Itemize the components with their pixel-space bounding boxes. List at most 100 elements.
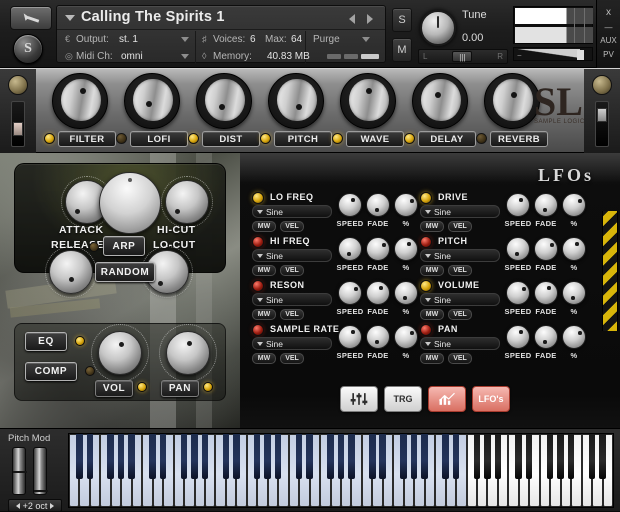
piano-black-key[interactable] (567, 434, 575, 479)
piano-black-key[interactable] (274, 434, 282, 479)
piano-black-key[interactable] (546, 434, 554, 479)
piano-black-key[interactable] (128, 434, 135, 479)
lfo-drive-speed-knob[interactable] (506, 193, 530, 217)
piano-black-key[interactable] (484, 434, 491, 479)
lfo-pitch-amount-knob[interactable] (562, 237, 586, 261)
fx-label-lofi[interactable]: LOFI (130, 131, 188, 147)
lfo-waveform-select-sample-rate[interactable]: Sine (252, 337, 332, 350)
lfo-led-drive[interactable] (420, 192, 432, 204)
fx-led-wave[interactable] (332, 133, 343, 144)
lfo-led-volume[interactable] (420, 280, 432, 292)
piano-black-key[interactable] (379, 434, 386, 479)
purge-label[interactable]: Purge (313, 34, 340, 45)
lfo-vel-button-lo-freq[interactable]: VEL (280, 221, 304, 232)
lfo-mw-button-pitch[interactable]: MW (420, 265, 444, 276)
comp-button[interactable]: COMP (25, 362, 77, 381)
pan-slider[interactable]: L ||| R (418, 49, 508, 64)
piano-black-key[interactable] (159, 434, 167, 479)
sample-logic-badge[interactable]: S (13, 34, 43, 64)
lfo-led-pitch[interactable] (420, 236, 432, 248)
lfo-lo-freq-amount-knob[interactable] (394, 193, 418, 217)
lfo-mw-button-reson[interactable]: MW (252, 309, 276, 320)
lfo-mw-button-sample-rate[interactable]: MW (252, 353, 276, 364)
lfo-vel-button-hi-freq[interactable]: VEL (280, 265, 304, 276)
lfo-led-lo-freq[interactable] (252, 192, 264, 204)
lfo-reson-fade-knob[interactable] (366, 281, 390, 305)
lfo-pan-amount-knob[interactable] (562, 325, 586, 349)
fx-led-lofi[interactable] (116, 133, 127, 144)
piano-black-key[interactable] (233, 434, 240, 479)
fx-knob-wave[interactable] (340, 73, 396, 129)
piano-black-key[interactable] (452, 434, 460, 479)
piano-black-key[interactable] (369, 434, 376, 479)
piano-black-key[interactable] (515, 434, 522, 479)
lfo-waveform-select-hi-freq[interactable]: Sine (252, 249, 332, 262)
lfo-mw-button-drive[interactable]: MW (420, 221, 444, 232)
lfo-pitch-fade-knob[interactable] (534, 237, 558, 261)
lfo-pitch-speed-knob[interactable] (506, 237, 530, 261)
piano-black-key[interactable] (525, 434, 533, 479)
random-button[interactable]: RANDOM (95, 262, 155, 282)
release-knob[interactable] (49, 250, 93, 294)
arp-center-knob[interactable] (99, 172, 161, 234)
lfo-drive-amount-knob[interactable] (562, 193, 586, 217)
piano-black-key[interactable] (76, 434, 83, 479)
fx-knob-filter[interactable] (52, 73, 108, 129)
mixer-faders-icon[interactable] (340, 386, 378, 412)
chevron-down-icon[interactable] (65, 15, 75, 21)
master-volume-slider[interactable]: − (513, 47, 593, 61)
piano-black-key[interactable] (494, 434, 502, 479)
lfo-sample-rate-speed-knob[interactable] (338, 325, 362, 349)
pitch-wheel[interactable] (12, 447, 27, 495)
octave-down-icon[interactable] (15, 502, 20, 509)
hicut-knob[interactable] (165, 180, 209, 224)
aux-button[interactable]: AUX (597, 36, 620, 45)
lfo-waveform-select-reson[interactable]: Sine (252, 293, 332, 306)
virtual-keyboard[interactable] (68, 433, 614, 508)
piano-black-key[interactable] (201, 434, 209, 479)
fx-knob-dist[interactable] (196, 73, 252, 129)
fx-knob-lofi[interactable] (124, 73, 180, 129)
lfo-led-pan[interactable] (420, 324, 432, 336)
piano-black-key[interactable] (295, 434, 303, 479)
lfo-reson-amount-knob[interactable] (394, 281, 418, 305)
purge-indicators[interactable] (327, 54, 379, 59)
close-icon[interactable]: x (597, 7, 620, 18)
pv-button[interactable]: PV (597, 50, 620, 59)
lfo-pan-speed-knob[interactable] (506, 325, 530, 349)
piano-black-key[interactable] (557, 434, 564, 479)
piano-black-key[interactable] (588, 434, 596, 479)
piano-black-key[interactable] (400, 434, 407, 479)
fx-led-pitch[interactable] (260, 133, 271, 144)
lfo-mw-button-pan[interactable]: MW (420, 353, 444, 364)
lfo-led-hi-freq[interactable] (252, 236, 264, 248)
fx-led-delay[interactable] (404, 133, 415, 144)
left-vertical-slider[interactable] (11, 101, 25, 147)
lfo-vel-button-volume[interactable]: VEL (448, 309, 472, 320)
previous-preset-icon[interactable] (349, 14, 355, 24)
lfo-drive-fade-knob[interactable] (534, 193, 558, 217)
lfo-vel-button-pan[interactable]: VEL (448, 353, 472, 364)
right-vertical-slider[interactable] (595, 101, 609, 147)
piano-black-key[interactable] (180, 434, 188, 479)
fx-knob-reverb[interactable] (484, 73, 540, 129)
piano-black-key[interactable] (306, 434, 313, 479)
lfo-vel-button-drive[interactable]: VEL (448, 221, 472, 232)
solo-button[interactable]: S (392, 8, 412, 32)
minimize-icon[interactable]: — (597, 23, 620, 32)
eq-button[interactable]: EQ (25, 332, 67, 351)
piano-black-key[interactable] (222, 434, 230, 479)
piano-black-key[interactable] (348, 434, 355, 479)
pan-knob[interactable] (166, 331, 210, 375)
pan-center-handle[interactable]: ||| (452, 51, 473, 62)
wrench-icon[interactable] (10, 6, 52, 30)
lfo-volume-fade-knob[interactable] (534, 281, 558, 305)
piano-black-key[interactable] (107, 434, 114, 479)
tune-knob[interactable] (420, 10, 456, 46)
piano-black-key[interactable] (117, 434, 125, 479)
fx-led-reverb[interactable] (476, 133, 487, 144)
mute-button[interactable]: M (392, 38, 412, 62)
lfo-mw-button-lo-freq[interactable]: MW (252, 221, 276, 232)
piano-black-key[interactable] (264, 434, 271, 479)
arp-button[interactable]: ARP (103, 236, 145, 256)
